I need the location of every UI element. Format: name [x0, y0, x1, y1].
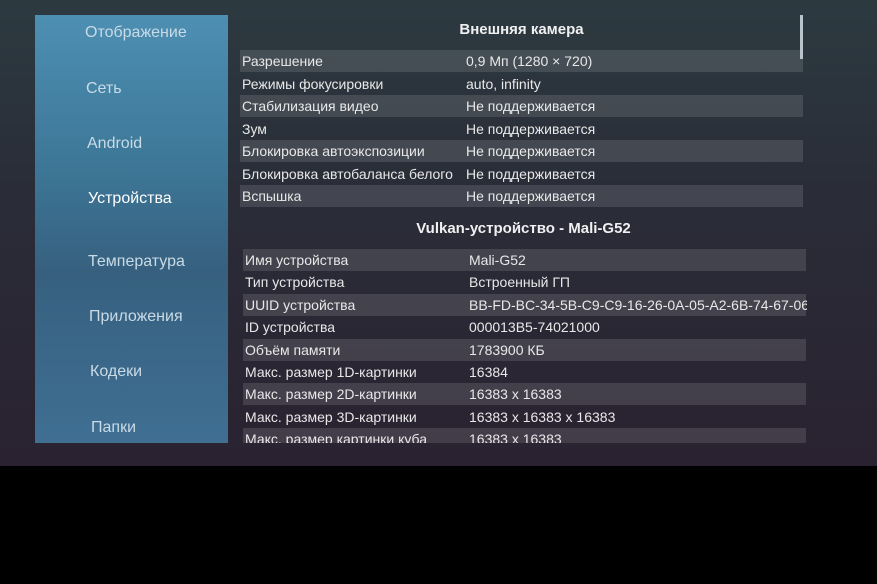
sidebar-item-7[interactable]: Папки	[91, 419, 136, 437]
sidebar-item-4[interactable]: Температура	[88, 253, 185, 271]
row-label: Зум	[242, 120, 267, 137]
row-value: Mali-G52	[469, 252, 526, 268]
table-row: Макс. размер картинки куба 16383 x 16383	[243, 428, 806, 443]
row-value: auto, infinity	[466, 75, 541, 92]
table-row: Блокировка автобаланса белого Не поддержи…	[240, 163, 803, 185]
sidebar-item-0[interactable]: Отображение	[85, 24, 187, 42]
table-row: Вспышка Не поддерживается	[240, 185, 803, 207]
row-value: Не поддерживается	[466, 143, 596, 159]
row-label: Макс. размер 2D-картинки	[245, 386, 417, 403]
table-row: Макс. размер 3D-картинки 16383 x 16383 x …	[243, 406, 806, 428]
table-row: Тип устройства Встроенный ГП	[243, 271, 806, 293]
row-label: ID устройства	[245, 319, 336, 336]
row-value: 0,9 Мп (1280 × 720)	[466, 53, 593, 69]
table-row: Разрешение 0,9 Мп (1280 × 720)	[240, 50, 803, 72]
row-value: Встроенный ГП	[469, 274, 570, 291]
section-title-vulkan: Vulkan-устройство - Mali-G52	[416, 220, 631, 237]
scrollbar[interactable]	[800, 15, 803, 59]
row-value: Не поддерживается	[466, 98, 596, 114]
sidebar: Отображение Сеть Android Устройства Температ…	[35, 15, 228, 443]
row-value: Не поддерживается	[466, 120, 596, 137]
content-panel: Внешняя камера Vulkan-устройство - Mali-…	[240, 15, 807, 443]
row-label: Блокировка автобаланса белого	[242, 165, 453, 182]
section-title-camera: Внешняя камера	[459, 21, 584, 38]
row-value: Не поддерживается	[466, 188, 596, 204]
row-value: 000013B5-74021000	[469, 319, 600, 336]
screen: Отображение Сеть Android Устройства Температ…	[0, 0, 877, 466]
row-label: Разрешение	[242, 53, 323, 69]
table-row: Зум Не поддерживается	[240, 118, 803, 140]
row-label: Стабилизация видео	[242, 98, 379, 114]
sidebar-item-2[interactable]: Android	[87, 135, 142, 153]
row-label: Вспышка	[242, 188, 302, 204]
row-label: Макс. размер 1D-картинки	[245, 364, 417, 380]
row-value: 16383 x 16383	[469, 431, 562, 443]
row-label: Макс. размер 3D-картинки	[245, 408, 417, 425]
sidebar-item-5[interactable]: Приложения	[89, 308, 183, 326]
sidebar-item-6[interactable]: Кодеки	[90, 363, 142, 381]
row-value: BB-FD-BC-34-5B-C9-C9-16-26-0A-05-A2-6B-7…	[469, 296, 807, 313]
table-row: UUID устройства BB-FD-BC-34-5B-C9-C9-16-2…	[243, 293, 807, 316]
row-label: UUID устройства	[245, 296, 356, 313]
row-value: 16384	[469, 364, 508, 380]
row-label: Объём памяти	[245, 341, 341, 358]
row-label: Тип устройства	[245, 274, 345, 291]
row-value: 16383 x 16383	[469, 386, 562, 403]
table-row: Режимы фокусировки auto, infinity	[240, 73, 803, 95]
row-label: Режимы фокусировки	[242, 75, 384, 92]
table-row: Стабилизация видео Не поддерживается	[240, 95, 803, 117]
row-label: Макс. размер картинки куба	[245, 431, 428, 443]
row-value: Не поддерживается	[466, 165, 596, 182]
table-row: Объём памяти 1783900 КБ	[243, 338, 806, 361]
table-row: Макс. размер 1D-картинки 16384	[243, 361, 806, 383]
table-row: Макс. размер 2D-картинки 16383 x 16383	[243, 383, 806, 406]
row-label: Имя устройства	[245, 252, 349, 268]
table-row: Блокировка автоэкспозиции Не поддерживает…	[240, 140, 803, 162]
table-row: Имя устройства Mali-G52	[243, 249, 806, 271]
row-value: 16383 x 16383 x 16383	[469, 408, 616, 425]
row-value: 1783900 КБ	[469, 341, 545, 358]
table-row: ID устройства 000013B5-74021000	[243, 316, 806, 338]
sidebar-item-1[interactable]: Сеть	[86, 80, 122, 98]
sidebar-item-3[interactable]: Устройства	[88, 190, 172, 208]
row-label: Блокировка автоэкспозиции	[242, 143, 425, 159]
